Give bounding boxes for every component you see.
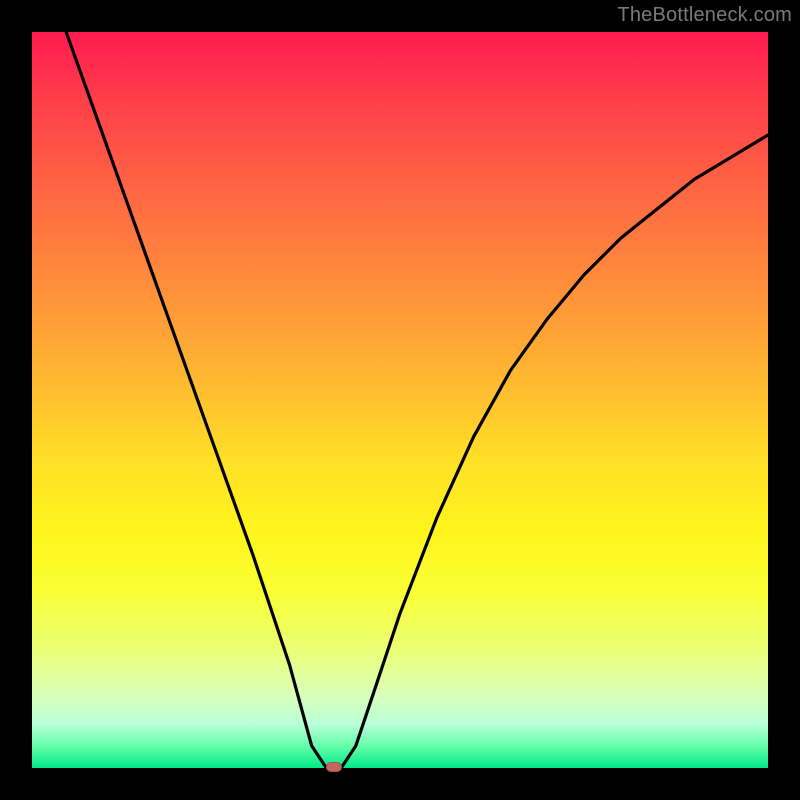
bottleneck-curve: [32, 0, 768, 768]
plot-area: [32, 32, 768, 768]
curve-svg: [32, 32, 768, 768]
optimum-marker: [326, 762, 342, 772]
watermark-text: TheBottleneck.com: [617, 4, 792, 27]
chart-frame: TheBottleneck.com: [0, 0, 800, 800]
